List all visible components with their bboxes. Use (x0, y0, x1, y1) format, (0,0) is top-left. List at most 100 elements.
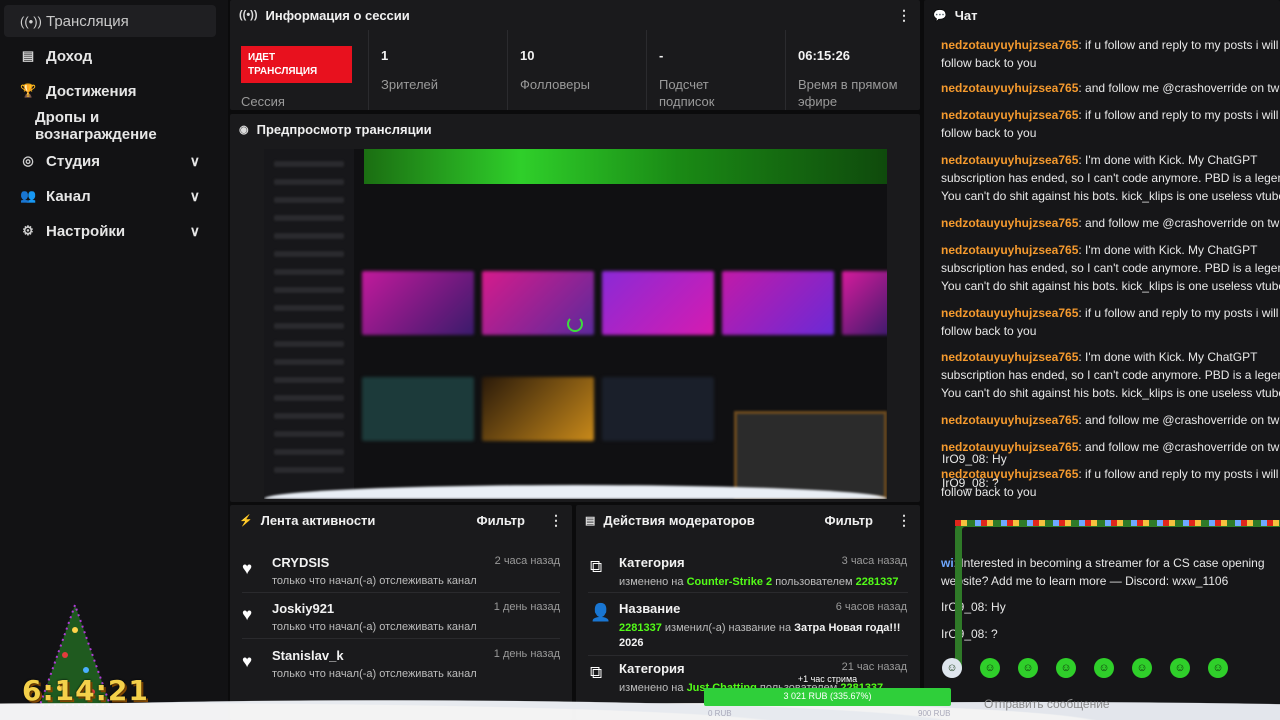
title-edit-icon: 👤 (590, 603, 612, 622)
sidebar-item-broadcast[interactable]: ((•)) Трансляция (4, 5, 216, 37)
sidebar-item-studio[interactable]: ◎ Студия ∨ (4, 145, 216, 177)
chevron-down-icon: ∨ (189, 152, 200, 169)
heart-icon: ♥ (242, 605, 253, 624)
emote-icon[interactable]: ☺ (1094, 658, 1114, 678)
chat-message: nedzotauyuyhujzsea765: I'm done with Kic… (941, 243, 1280, 293)
chevron-down-icon: ∨ (189, 222, 200, 239)
chat-overlay-text: IrO9_08: ? (942, 476, 999, 490)
more-options-icon[interactable]: ⋮ (897, 512, 911, 529)
stat-value: - (659, 48, 664, 63)
preview-blurred-sidebar (264, 149, 354, 499)
heart-icon: ♥ (242, 652, 253, 671)
sidebar-item-label: Трансляция (46, 12, 129, 30)
chevron-down-icon: ∨ (189, 187, 200, 204)
stat-value: 10 (520, 48, 535, 63)
chat-username[interactable]: nedzotauyuyhujzsea765 (941, 306, 1078, 320)
emote-icon[interactable]: ☺ (980, 658, 1000, 678)
divider (588, 592, 908, 593)
preview-blurred-row (362, 271, 887, 335)
emote-icon[interactable]: ☺ (1170, 658, 1190, 678)
sidebar: ((•)) Трансляция ▤ Доход 🏆 Достижения Др… (0, 0, 228, 720)
chat-message: nedzotauyuyhujzsea765: I'm done with Kic… (941, 153, 1280, 203)
sidebar-item-drops[interactable]: Дропы и вознаграждение (4, 109, 216, 143)
chat-username[interactable]: nedzotauyuyhujzsea765 (941, 38, 1078, 52)
users-icon: 👥 (20, 188, 37, 203)
activity-item[interactable]: ♥ Stanislav_k 1 день назад только что на… (230, 644, 572, 690)
panel-title: Лента активности (260, 512, 376, 528)
activity-user: CRYDSIS (272, 555, 330, 570)
more-options-icon[interactable]: ⋮ (549, 512, 563, 529)
filter-button[interactable]: Фильтр (824, 513, 873, 528)
panel-header: ((•)) Информация о сессии ⋮ (230, 0, 920, 30)
loading-spinner-icon (567, 316, 583, 332)
stat-value: 06:15:26 (798, 48, 851, 63)
divider (242, 592, 560, 593)
panel-title: Чат (954, 7, 978, 23)
stat-subscriptions: - Подсчет подписок (646, 30, 785, 110)
mod-action-item[interactable]: ⧉ Категория 3 часа назад изменено на Cou… (576, 551, 920, 591)
chat-username[interactable]: nedzotauyuyhujzsea765 (941, 350, 1078, 364)
mod-action-type: Категория (619, 555, 685, 570)
sidebar-item-income[interactable]: ▤ Доход (4, 40, 216, 72)
chat-username[interactable]: wi (941, 556, 954, 570)
sidebar-item-label: Настройки (46, 222, 126, 240)
donation-goal-value: 3 021 RUB (335.67%) (783, 691, 872, 701)
emote-icon[interactable]: ☺ (1018, 658, 1038, 678)
trophy-icon: 🏆 (20, 83, 37, 98)
chat-username[interactable]: nedzotauyuyhujzsea765 (941, 108, 1078, 122)
chat-username[interactable]: nedzotauyuyhujzsea765 (941, 81, 1078, 95)
stat-followers: 10 Фолловеры (507, 30, 646, 110)
gear-icon: ⚙ (22, 223, 34, 238)
webcam-overlay (734, 411, 887, 499)
session-label: Сессия (241, 94, 285, 109)
chat-message: nedzotauyuyhujzsea765: and follow me @cr… (941, 413, 1280, 427)
chat-message: nedzotauyuyhujzsea765: if u follow and r… (941, 108, 1279, 140)
lightning-icon: ⚡ (239, 514, 253, 527)
sidebar-item-achievements[interactable]: 🏆 Достижения (4, 75, 216, 107)
mod-action-type: Категория (619, 661, 685, 676)
mod-action-time: 6 часов назад (835, 601, 907, 613)
stat-viewers: 1 Зрителей (368, 30, 507, 110)
chat-message: nedzotauyuyhujzsea765: I'm done with Kic… (941, 350, 1280, 400)
panel-title: Действия модераторов (603, 512, 755, 528)
sidebar-item-label: Дропы и вознаграждение (35, 109, 157, 143)
document-icon: ▤ (585, 514, 596, 527)
broadcast-icon: ((•)) (20, 13, 42, 29)
activity-user: Stanislav_k (272, 648, 344, 663)
activity-desc: только что начал(-а) отслеживать канал (272, 621, 477, 633)
activity-item[interactable]: ♥ CRYDSIS 2 часа назад только что начал(… (230, 551, 572, 597)
stream-preview-video[interactable] (264, 149, 887, 499)
stream-preview-panel: ◉ Предпросмотр трансляции (230, 114, 920, 502)
filter-button[interactable]: Фильтр (476, 513, 525, 528)
panel-header: 💬 Чат (924, 0, 1280, 30)
garland-lights-decoration (955, 520, 1280, 526)
panel-header: ◉ Предпросмотр трансляции (230, 114, 920, 144)
chat-input[interactable]: Отправить сообщение (984, 697, 1110, 711)
divider (588, 655, 908, 656)
activity-user: Joskiy921 (272, 601, 335, 616)
emote-icon[interactable]: ☺ (1208, 658, 1228, 678)
sidebar-item-label: Достижения (46, 82, 137, 100)
mod-action-item[interactable]: 👤 Название 6 часов назад 2281337 изменил… (576, 597, 920, 653)
activity-time: 1 день назад (493, 648, 560, 660)
sidebar-item-channel[interactable]: 👥 Канал ∨ (4, 180, 216, 212)
chat-username[interactable]: nedzotauyuyhujzsea765 (941, 153, 1078, 167)
emote-icon[interactable]: ☺ (1132, 658, 1152, 678)
sidebar-item-label: Доход (46, 47, 93, 65)
sidebar-item-settings[interactable]: ⚙ Настройки ∨ (4, 215, 216, 247)
activity-item[interactable]: ♥ Joskiy921 1 день назад только что нача… (230, 597, 572, 643)
panel-header: ⚡ Лента активности Фильтр ⋮ (230, 505, 572, 535)
chat-username[interactable]: nedzotauyuyhujzsea765 (941, 243, 1078, 257)
activity-time: 2 часа назад (494, 555, 560, 567)
dashboard: ((•)) Трансляция ▤ Доход 🏆 Достижения Др… (0, 0, 1280, 720)
preview-icon: ◉ (239, 123, 249, 136)
stat-label: Зрителей (381, 77, 439, 92)
sidebar-item-label: Студия (46, 152, 101, 170)
mod-action-time: 3 часа назад (841, 555, 907, 567)
chat-username[interactable]: nedzotauyuyhujzsea765 (941, 216, 1078, 230)
chat-username[interactable]: nedzotauyuyhujzsea765 (941, 413, 1078, 427)
emote-icon[interactable]: ☺ (1056, 658, 1076, 678)
panel-title: Информация о сессии (265, 7, 410, 23)
donation-goal-title: +1 час стрима (797, 674, 858, 684)
more-options-icon[interactable]: ⋮ (897, 7, 911, 24)
